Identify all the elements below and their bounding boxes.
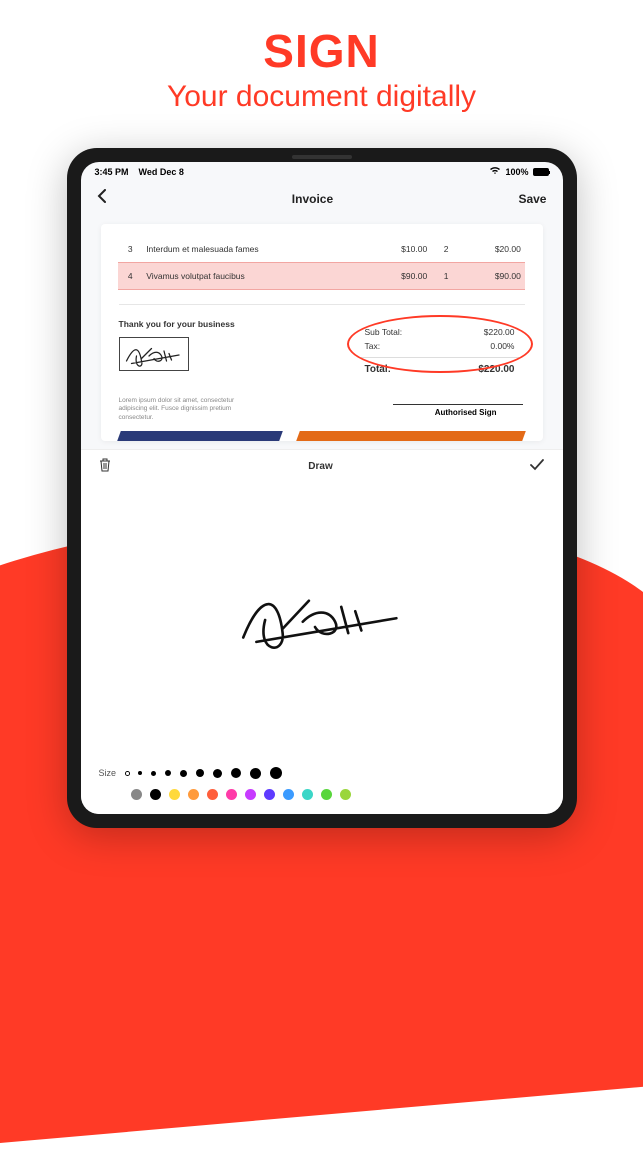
row-price: $90.00 bbox=[368, 263, 432, 290]
brush-size-option[interactable] bbox=[250, 768, 261, 779]
status-left: 3:45 PM Wed Dec 8 bbox=[95, 167, 184, 177]
thank-you-text: Thank you for your business bbox=[119, 319, 335, 329]
row-total: $20.00 bbox=[461, 236, 525, 263]
draw-label: Draw bbox=[308, 461, 332, 472]
color-picker bbox=[81, 785, 563, 814]
brush-size-option[interactable] bbox=[270, 767, 282, 779]
signature-drawing bbox=[232, 585, 412, 660]
nav-bar: Invoice Save bbox=[81, 179, 563, 218]
row-price: $10.00 bbox=[368, 236, 432, 263]
status-bar: 3:45 PM Wed Dec 8 100% bbox=[81, 162, 563, 179]
signature-placed[interactable] bbox=[119, 337, 189, 371]
color-option[interactable] bbox=[264, 789, 275, 800]
row-total: $90.00 bbox=[461, 263, 525, 290]
summary-section: Thank you for your business Sub Total: $… bbox=[101, 319, 543, 383]
invoice-document[interactable]: 3Interdum et malesuada fames$10.002$20.0… bbox=[101, 224, 543, 441]
color-option[interactable] bbox=[131, 789, 142, 800]
divider bbox=[119, 304, 525, 305]
color-option[interactable] bbox=[169, 789, 180, 800]
color-option[interactable] bbox=[188, 789, 199, 800]
status-date: Wed Dec 8 bbox=[139, 167, 184, 177]
brush-size-option[interactable] bbox=[180, 770, 187, 777]
authorised-sign-label: Authorised Sign bbox=[393, 404, 523, 421]
brush-size-option[interactable] bbox=[196, 769, 204, 777]
table-row: 3Interdum et malesuada fames$10.002$20.0… bbox=[118, 236, 525, 263]
tablet-frame: 3:45 PM Wed Dec 8 100% Invoice Save 3Int… bbox=[67, 148, 577, 828]
battery-icon bbox=[533, 168, 549, 176]
bar-blue bbox=[117, 431, 282, 441]
color-option[interactable] bbox=[283, 789, 294, 800]
color-option[interactable] bbox=[340, 789, 351, 800]
brush-size-picker: Size bbox=[81, 761, 563, 785]
brush-size-option[interactable] bbox=[165, 770, 171, 776]
row-number: 4 bbox=[118, 263, 142, 290]
row-qty: 1 bbox=[431, 263, 461, 290]
total-value: $220.00 bbox=[478, 364, 514, 375]
color-option[interactable] bbox=[302, 789, 313, 800]
totals-block: Sub Total: $220.00 Tax: 0.00% Total: $22… bbox=[355, 319, 525, 383]
tax-value: 0.00% bbox=[490, 341, 514, 351]
table-row: 4Vivamus volutpat faucibus$90.001$90.00 bbox=[118, 263, 525, 290]
invoice-items-table: 3Interdum et malesuada fames$10.002$20.0… bbox=[118, 236, 525, 290]
total-label: Total: bbox=[365, 364, 391, 375]
brush-size-option[interactable] bbox=[231, 768, 241, 778]
color-option[interactable] bbox=[245, 789, 256, 800]
signature-draw-panel: Draw Size bbox=[81, 449, 563, 814]
color-option[interactable] bbox=[207, 789, 218, 800]
bar-orange bbox=[296, 431, 526, 441]
confirm-signature-button[interactable] bbox=[530, 459, 544, 474]
tablet-screen: 3:45 PM Wed Dec 8 100% Invoice Save 3Int… bbox=[81, 162, 563, 814]
color-option[interactable] bbox=[321, 789, 332, 800]
signature-canvas[interactable] bbox=[81, 483, 563, 761]
row-number: 3 bbox=[118, 236, 142, 263]
tax-label: Tax: bbox=[365, 341, 381, 351]
row-desc: Interdum et malesuada fames bbox=[142, 236, 367, 263]
decorative-bars bbox=[119, 431, 525, 441]
subtotal-value: $220.00 bbox=[484, 327, 515, 337]
brush-size-option[interactable] bbox=[151, 771, 156, 776]
brush-size-option[interactable] bbox=[138, 771, 142, 775]
headline-subtitle: Your document digitally bbox=[0, 80, 643, 114]
subtotal-label: Sub Total: bbox=[365, 327, 403, 337]
wifi-icon bbox=[489, 166, 501, 177]
color-option[interactable] bbox=[226, 789, 237, 800]
size-label: Size bbox=[99, 768, 117, 778]
status-right: 100% bbox=[489, 166, 548, 177]
brush-size-option[interactable] bbox=[213, 769, 222, 778]
delete-signature-button[interactable] bbox=[99, 458, 111, 475]
footnote-text: Lorem ipsum dolor sit amet, consectetur … bbox=[119, 397, 249, 422]
row-qty: 2 bbox=[431, 236, 461, 263]
row-desc: Vivamus volutpat faucibus bbox=[142, 263, 367, 290]
headline-title: SIGN bbox=[0, 24, 643, 78]
page-title: Invoice bbox=[292, 192, 333, 206]
status-time: 3:45 PM bbox=[95, 167, 129, 177]
brush-size-option[interactable] bbox=[126, 772, 129, 775]
back-button[interactable] bbox=[97, 189, 107, 208]
marketing-headline: SIGN Your document digitally bbox=[0, 0, 643, 114]
battery-percent: 100% bbox=[505, 167, 528, 177]
save-button[interactable]: Save bbox=[518, 192, 546, 206]
color-option[interactable] bbox=[150, 789, 161, 800]
